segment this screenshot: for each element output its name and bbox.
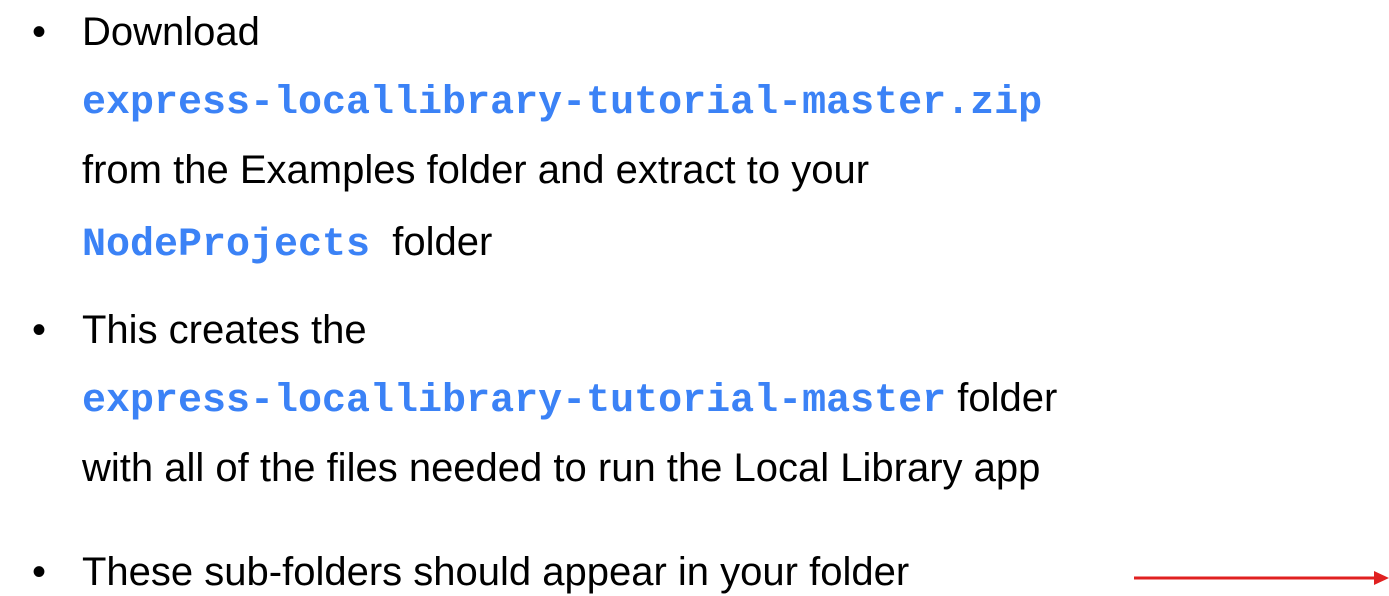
arrow-right-icon: [1134, 571, 1389, 585]
node-projects-folder: NodeProjects: [82, 223, 371, 268]
bullet-line: express-locallibrary-tutorial-master.zip: [82, 76, 1042, 128]
master-folder-name: express-locallibrary-tutorial-master: [82, 379, 947, 424]
bullet-line: This creates the: [82, 306, 367, 354]
bullet-glyph: •: [32, 10, 47, 54]
text-run: with all of the files needed to run the …: [82, 446, 1041, 490]
text-run: folder: [370, 220, 493, 264]
text-run: from the Examples folder and extract to …: [82, 148, 870, 192]
bullet-line: These sub-folders should appear in your …: [82, 548, 909, 596]
bullet-line: with all of the files needed to run the …: [82, 444, 1040, 492]
bullet-line: express-locallibrary-tutorial-master fol…: [82, 374, 1057, 426]
slide: • Download express-locallibrary-tutorial…: [0, 0, 1389, 594]
text-run: These sub-folders should appear in your …: [82, 550, 910, 594]
bullet-glyph: •: [32, 308, 47, 352]
arrow-head: [1374, 571, 1389, 585]
bullet-line: from the Examples folder and extract to …: [82, 146, 869, 194]
bullet-line: NodeProjects folder: [82, 218, 492, 270]
text-run: Download: [82, 10, 260, 54]
zip-filename: express-locallibrary-tutorial-master.zip: [82, 81, 1043, 126]
bullet-glyph: •: [32, 550, 47, 594]
text-run: This creates the: [82, 308, 367, 352]
text-run: folder: [946, 376, 1058, 420]
bullet-line: Download: [82, 8, 260, 56]
